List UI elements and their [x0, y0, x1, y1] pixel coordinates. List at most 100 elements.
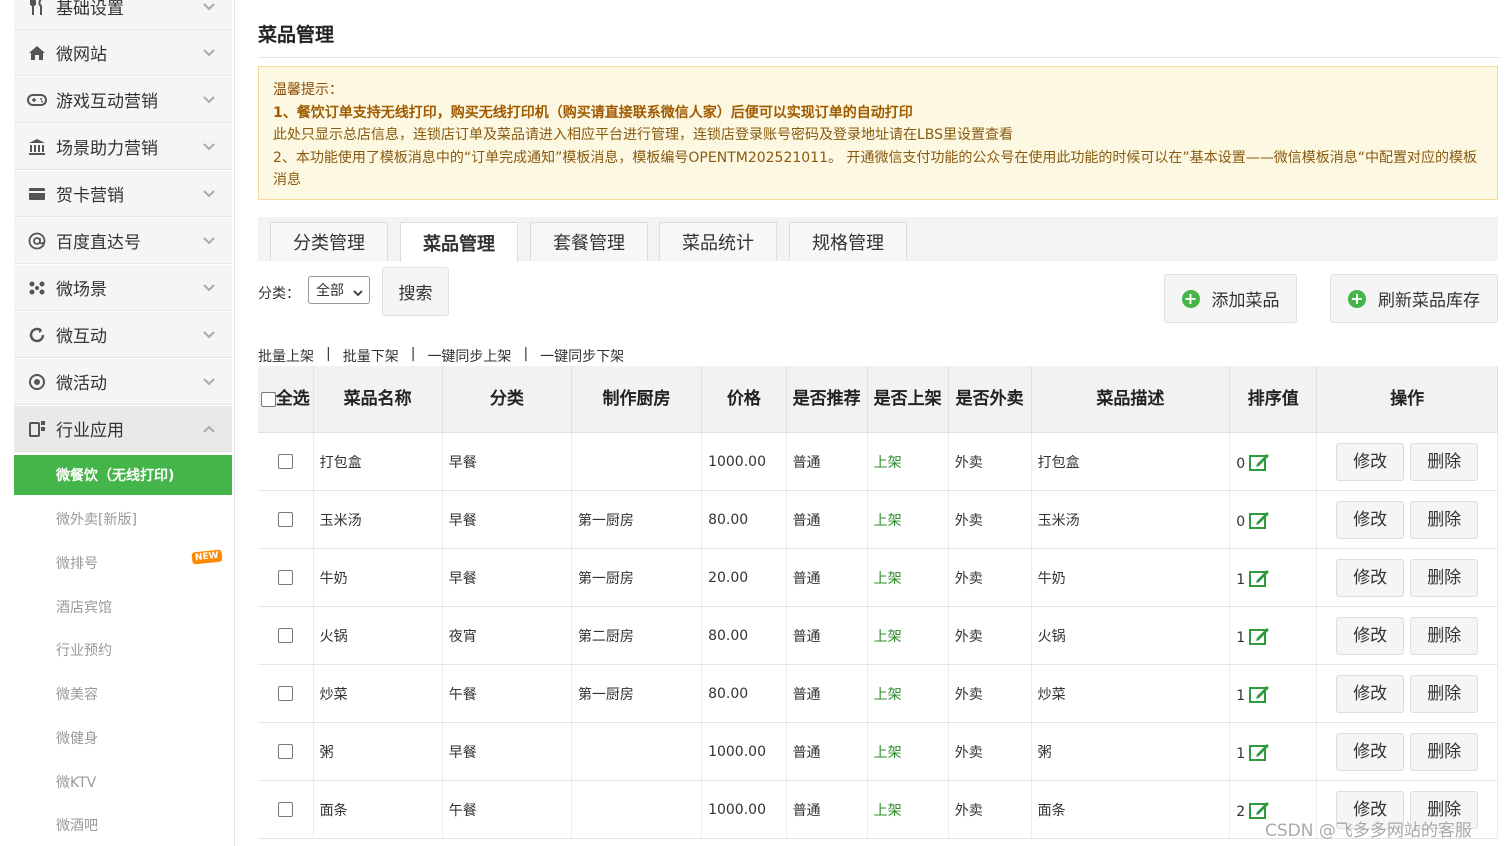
refresh-stock-button[interactable]: + 刷新菜品库存 [1330, 274, 1498, 323]
sidebar-item-micro-activity[interactable]: 微活动 [14, 359, 232, 405]
activity-icon [26, 371, 48, 393]
row-select-cell [258, 606, 314, 665]
row-select-cell [258, 432, 314, 491]
sidebar-subitem-booking[interactable]: 行业预约 [14, 630, 232, 670]
dish-takeout: 外卖 [948, 780, 1032, 839]
sidebar-subitem-label: 微美容 [56, 687, 98, 703]
dish-desc: 炒菜 [1031, 664, 1231, 723]
sidebar-subitem-fitness[interactable]: 微健身 [14, 718, 232, 758]
table-row: 炒菜 午餐 第一厨房 80.00 普通 上架 外卖 炒菜 1 修改 删除 [258, 664, 1498, 723]
dish-on-shelf[interactable]: 上架 [867, 432, 949, 491]
chevron-down-icon [353, 285, 363, 301]
sidebar-item-micro-scene[interactable]: 微场景 [14, 265, 232, 311]
sidebar-item-label: 微活动 [56, 374, 107, 394]
tab-bar: 分类管理 菜品管理 套餐管理 菜品统计 规格管理 [258, 217, 1498, 262]
tab-stats[interactable]: 菜品统计 [659, 222, 777, 261]
fork-knife-icon [26, 0, 48, 18]
sidebar-item-scene-marketing[interactable]: 场景助力营销 [14, 124, 232, 170]
sync-off-link[interactable]: 一键同步下架 [540, 346, 624, 366]
table-body: 打包盒 早餐 1000.00 普通 上架 外卖 打包盒 0 修改 删除 玉米汤 早… [258, 432, 1498, 839]
row-checkbox[interactable] [277, 802, 293, 817]
sidebar-item-micro-interact[interactable]: 微互动 [14, 312, 232, 358]
sidebar-item-micro-site[interactable]: 微网站 [14, 30, 232, 76]
tab-dishes[interactable]: 菜品管理 [400, 222, 518, 262]
notice-line-2: 此处只显示总店信息，连锁店订单及菜品请进入相应平台进行管理，连锁店登录账号密码及… [273, 127, 1014, 144]
search-button[interactable]: 搜索 [382, 267, 449, 316]
sidebar-item-label: 微互动 [56, 327, 107, 347]
tab-category[interactable]: 分类管理 [270, 222, 388, 261]
home-icon [26, 42, 48, 64]
row-checkbox[interactable] [277, 686, 293, 701]
tab-combo[interactable]: 套餐管理 [530, 222, 648, 261]
sidebar-subitem-catering[interactable]: 微餐饮（无线打印) [14, 455, 232, 495]
sidebar-subitem-takeout[interactable]: 微外卖[新版] [14, 499, 232, 539]
edit-button[interactable]: 修改 [1336, 558, 1405, 597]
select-all-header[interactable]: 全选 [258, 366, 314, 433]
sidebar-subitem-label: 微健身 [56, 731, 98, 747]
sidebar-item-game-marketing[interactable]: 游戏互动营销 [14, 77, 232, 123]
sidebar-item-industry-apps[interactable]: 行业应用 [14, 406, 232, 452]
delete-button[interactable]: 删除 [1410, 732, 1479, 771]
delete-button[interactable]: 删除 [1410, 674, 1479, 713]
page-title: 菜品管理 [258, 24, 335, 46]
dish-on-shelf[interactable]: 上架 [867, 722, 949, 781]
edit-button[interactable]: 修改 [1336, 442, 1405, 481]
edit-icon[interactable] [1249, 452, 1271, 476]
batch-off-link[interactable]: 批量下架 [343, 346, 399, 366]
plus-icon: + [1348, 289, 1366, 308]
dish-on-shelf[interactable]: 上架 [867, 780, 949, 839]
refresh-icon [26, 324, 48, 346]
sidebar-subitem-queue[interactable]: 微排号 NEW [14, 543, 232, 583]
edit-button[interactable]: 修改 [1336, 500, 1405, 539]
sidebar-subitem-ktv[interactable]: 微KTV [14, 762, 232, 802]
add-dish-button[interactable]: + 添加菜品 [1164, 274, 1297, 323]
sync-on-link[interactable]: 一键同步上架 [427, 346, 511, 366]
row-checkbox[interactable] [277, 570, 293, 585]
dish-takeout: 外卖 [948, 722, 1032, 781]
edit-icon[interactable] [1249, 742, 1271, 766]
edit-button[interactable]: 修改 [1336, 616, 1405, 655]
edit-icon[interactable] [1249, 568, 1271, 592]
dish-on-shelf[interactable]: 上架 [867, 548, 949, 607]
row-checkbox[interactable] [277, 744, 293, 759]
edit-button[interactable]: 修改 [1336, 732, 1405, 771]
edit-icon[interactable] [1249, 626, 1271, 650]
row-checkbox[interactable] [277, 454, 293, 469]
row-checkbox[interactable] [277, 512, 293, 527]
dish-ops: 修改 删除 [1316, 490, 1498, 549]
row-checkbox[interactable] [277, 628, 293, 643]
edit-button[interactable]: 修改 [1336, 674, 1405, 713]
dish-kitchen: 第一厨房 [571, 664, 703, 723]
dish-sort: 1 [1236, 629, 1246, 646]
dish-kitchen: 第二厨房 [571, 606, 703, 665]
category-select[interactable]: 全部 [308, 276, 370, 304]
select-all-checkbox[interactable] [260, 391, 276, 407]
notice-title: 温馨提示： [273, 82, 343, 98]
dish-recommend: 普通 [786, 664, 868, 723]
dish-category: 夜宵 [442, 606, 572, 665]
sidebar-item-baidu-direct[interactable]: 百度直达号 [14, 218, 232, 264]
sidebar-subitem-hotel[interactable]: 酒店宾馆 [14, 587, 232, 627]
sidebar-item-basic-settings[interactable]: 基础设置 [14, 0, 232, 30]
dish-sort-cell: 1 [1229, 606, 1318, 665]
new-badge: NEW [191, 549, 223, 565]
delete-button[interactable]: 删除 [1410, 500, 1479, 539]
separator: | [410, 346, 416, 362]
dish-desc: 玉米汤 [1031, 490, 1231, 549]
tab-specs[interactable]: 规格管理 [789, 222, 907, 261]
delete-button[interactable]: 删除 [1410, 442, 1479, 481]
dish-on-shelf[interactable]: 上架 [867, 490, 949, 549]
sidebar-item-label: 微场景 [56, 280, 107, 300]
delete-button[interactable]: 删除 [1410, 616, 1479, 655]
delete-button[interactable]: 删除 [1410, 558, 1479, 597]
dish-on-shelf[interactable]: 上架 [867, 664, 949, 723]
sidebar-subitem-bar[interactable]: 微酒吧 [14, 805, 232, 845]
sidebar-subitem-beauty[interactable]: 微美容 [14, 674, 232, 714]
edit-icon[interactable] [1249, 684, 1271, 708]
select-all-label: 全选 [275, 389, 310, 409]
edit-icon[interactable] [1249, 510, 1271, 534]
dish-on-shelf[interactable]: 上架 [867, 606, 949, 665]
sidebar-item-card-marketing[interactable]: 贺卡营销 [14, 171, 232, 217]
dish-sort-cell: 1 [1229, 722, 1318, 781]
batch-on-link[interactable]: 批量上架 [258, 346, 314, 366]
